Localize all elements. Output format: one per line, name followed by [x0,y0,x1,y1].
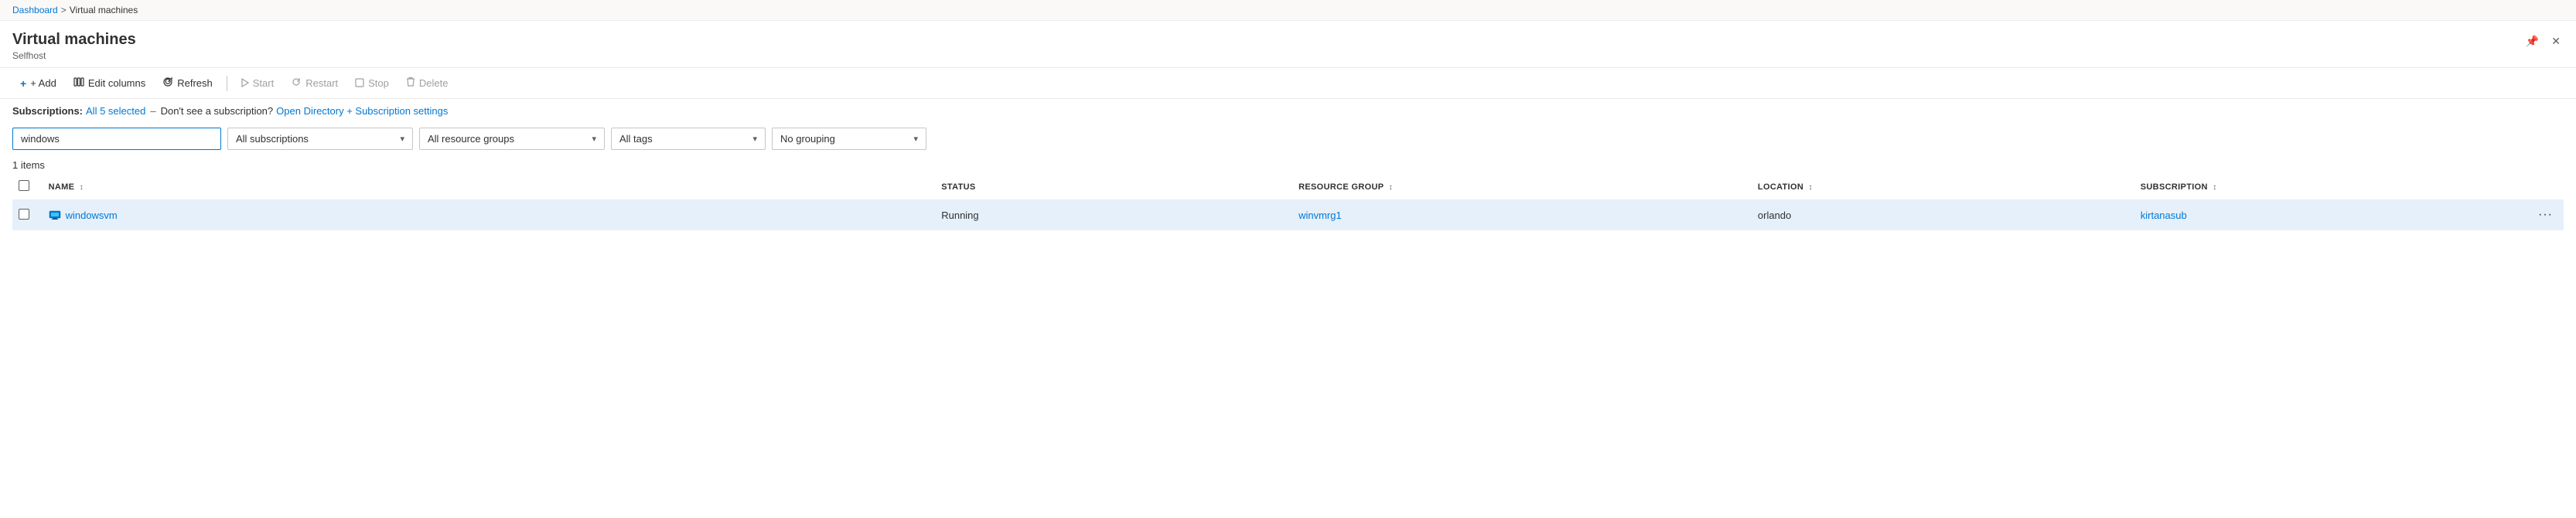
header-rg-label: RESOURCE GROUP [1298,182,1384,192]
page-subtitle: Selfhost [12,50,136,61]
vm-table: NAME ↕ STATUS RESOURCE GROUP ↕ LOCATION … [12,174,2564,230]
start-label: Start [253,77,274,89]
search-input[interactable] [12,128,221,150]
table-row: windowsvm Running winvmrg1 orlando kirta… [12,200,2564,230]
rg-sort-icon: ↕ [1389,183,1393,192]
tags-dropdown-label: All tags [619,133,653,145]
breadcrumb-current: Virtual machines [70,5,138,15]
grouping-dropdown-label: No grouping [780,133,835,145]
resource-groups-dropdown-label: All resource groups [428,133,514,145]
open-directory-link[interactable]: Open Directory + Subscription settings [276,105,448,117]
row-location-cell: orlando [1752,200,2134,230]
page-header-icons: 📌 ✕ [2523,33,2564,49]
row-checkbox[interactable] [19,209,29,220]
name-sort-icon: ↕ [80,183,84,192]
breadcrumb-separator: > [61,5,67,15]
grouping-dropdown[interactable]: No grouping ▾ [772,128,926,150]
header-location[interactable]: LOCATION ↕ [1752,174,2134,200]
start-button[interactable]: Start [234,73,281,94]
header-resource-group[interactable]: RESOURCE GROUP ↕ [1292,174,1752,200]
delete-icon [406,77,415,90]
header-name[interactable]: NAME ↕ [43,174,936,200]
delete-label: Delete [419,77,449,89]
row-subscription-cell: kirtanasub [2134,200,2517,230]
stop-icon [355,77,364,90]
subscriptions-dash: – [150,105,155,117]
header-actions [2517,174,2564,200]
vm-name-link[interactable]: windowsvm [49,209,930,221]
filters-row: All subscriptions ▾ All resource groups … [0,123,2576,155]
header-status: STATUS [935,174,1292,200]
vm-icon [49,209,61,221]
row-checkbox-cell [12,200,43,230]
header-subscription[interactable]: SUBSCRIPTION ↕ [2134,174,2517,200]
resource-groups-dropdown[interactable]: All resource groups ▾ [419,128,605,150]
items-count: 1 items [0,155,2576,174]
row-name-cell: windowsvm [43,200,936,230]
restart-button[interactable]: Restart [283,73,346,94]
edit-columns-label: Edit columns [88,77,145,89]
pin-icon: 📌 [2526,35,2539,47]
grouping-dropdown-arrow: ▾ [913,134,918,144]
breadcrumb-home[interactable]: Dashboard [12,5,58,15]
pin-button[interactable]: 📌 [2523,33,2542,49]
close-icon: ✕ [2551,35,2561,47]
subscriptions-dropdown-label: All subscriptions [236,133,309,145]
stop-label: Stop [368,77,389,89]
table-header-row: NAME ↕ STATUS RESOURCE GROUP ↕ LOCATION … [12,174,2564,200]
tags-dropdown[interactable]: All tags ▾ [611,128,766,150]
row-status-cell: Running [935,200,1292,230]
delete-button[interactable]: Delete [398,73,456,94]
edit-columns-button[interactable]: Edit columns [66,73,153,94]
restart-label: Restart [305,77,338,89]
subscription-sort-icon: ↕ [2213,183,2216,192]
subscriptions-label: Subscriptions: [12,105,83,117]
subscriptions-dropdown-arrow: ▾ [400,134,404,144]
start-icon [241,77,249,90]
refresh-label: Refresh [177,77,213,89]
subscriptions-selected-link[interactable]: All 5 selected [86,105,145,117]
close-button[interactable]: ✕ [2548,33,2564,49]
subscriptions-bar: Subscriptions: All 5 selected – Don't se… [0,99,2576,123]
row-actions-cell: ··· [2517,200,2564,230]
location-sort-icon: ↕ [1809,183,1813,192]
tags-dropdown-arrow: ▾ [752,134,757,144]
row-rg-cell: winvmrg1 [1292,200,1752,230]
dont-see-text: Don't see a subscription? [161,105,274,117]
subscriptions-dropdown[interactable]: All subscriptions ▾ [227,128,413,150]
select-all-checkbox[interactable] [19,180,29,191]
header-checkbox-col [12,174,43,200]
stop-button[interactable]: Stop [347,73,397,94]
resource-groups-dropdown-arrow: ▾ [592,134,596,144]
row-more-button[interactable]: ··· [2533,206,2557,223]
header-status-label: STATUS [941,182,975,192]
header-name-label: NAME [49,182,75,192]
columns-icon [73,77,84,90]
breadcrumb: Dashboard > Virtual machines [0,0,2576,21]
row-location: orlando [1758,210,1791,221]
page-header: Virtual machines Selfhost 📌 ✕ [0,21,2576,68]
row-status: Running [941,210,978,221]
add-label: + Add [30,77,56,89]
add-button[interactable]: + + Add [12,73,64,94]
refresh-icon [162,77,173,90]
page-title: Virtual machines [12,30,136,49]
header-subscription-label: SUBSCRIPTION [2141,182,2208,192]
refresh-button[interactable]: Refresh [155,73,220,94]
restart-icon [291,77,302,90]
row-rg-link[interactable]: winvmrg1 [1298,210,1342,221]
add-icon: + [20,77,26,90]
page-title-group: Virtual machines Selfhost [12,30,136,61]
row-subscription-link[interactable]: kirtanasub [2141,210,2187,221]
toolbar: + + Add Edit columns Refresh Start [0,68,2576,99]
header-location-label: LOCATION [1758,182,1803,192]
table-container: NAME ↕ STATUS RESOURCE GROUP ↕ LOCATION … [0,174,2576,230]
vm-name: windowsvm [66,210,118,221]
